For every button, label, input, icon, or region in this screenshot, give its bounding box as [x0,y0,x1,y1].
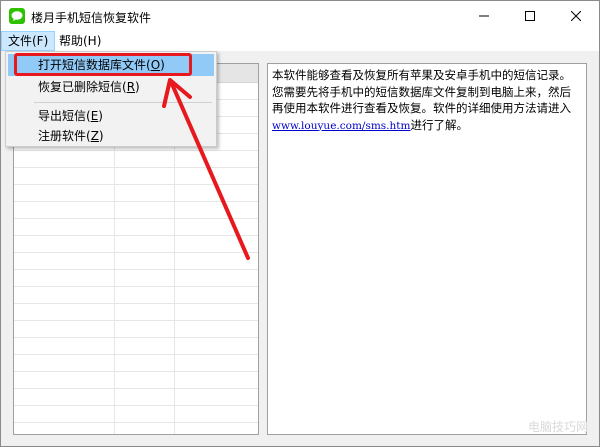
menu-separator [34,102,212,103]
grid-line [14,286,258,287]
grid-line [14,320,258,321]
close-icon [571,11,581,21]
grid-line [14,388,258,389]
window-title: 楼月手机短信恢复软件 [31,11,152,25]
grid-line [14,269,258,270]
grid-line [14,252,258,253]
info-line: 再使用本软件进行查看及恢复。软件的详细使用方法请进入 [272,101,571,115]
menu-item-register[interactable]: 注册软件(Z) [8,125,214,147]
title-bar[interactable]: 楼月手机短信恢复软件 [1,1,599,31]
info-line: 本软件能够查看及恢复所有苹果及安卓手机中的短信记录。 [272,68,571,82]
menu-item-suffix: ) [98,129,104,143]
minimize-button[interactable] [461,1,507,31]
grid-line [14,218,258,219]
grid-line [14,201,258,202]
grid-line [14,167,258,168]
website-link[interactable]: www.louyue.com/sms.htm [272,120,410,132]
close-button[interactable] [553,1,599,31]
grid-line [14,354,258,355]
watermark: 电脑技巧网 [528,420,589,434]
menu-bar: 文件(F) 帮助(H) [1,31,599,51]
menu-item-label: 导出短信( [38,109,91,123]
menu-file[interactable]: 文件(F) [1,31,56,51]
info-line: 您需要先将手机中的短信数据库文件复制到电脑上来，然后 [272,84,571,99]
menu-item-label: 注册软件( [38,129,91,143]
info-line: www.louyue.com/sms.htm进行了解。 [272,117,582,135]
grid-line [14,303,258,304]
minimize-icon [479,15,489,17]
menu-item-label: 恢复已删除短信( [38,80,127,94]
info-text-panel: 本软件能够查看及恢复所有苹果及安卓手机中的短信记录。 您需要先将手机中的短信数据… [267,63,587,435]
info-line-suffix: 进行了解。 [410,117,468,132]
grid-line [14,422,258,423]
red-highlight-box [14,53,192,76]
grid-line [14,150,258,151]
menu-item-recover-deleted[interactable]: 恢复已删除短信(R) [8,76,214,98]
grid-line [14,405,258,406]
menu-item-suffix: ) [135,80,140,94]
grid-line [14,371,258,372]
grid-line [14,184,258,185]
grid-line [14,337,258,338]
menu-item-accelerator: R [126,80,136,94]
menu-item-suffix: ) [98,109,103,123]
maximize-button[interactable] [507,1,553,31]
grid-line [14,235,258,236]
menu-help[interactable]: 帮助(H) [53,31,107,51]
chat-bubble-icon [9,8,25,24]
app-window: 楼月手机短信恢复软件 文件(F) 帮助(H) 本软件能够查看及恢复所有苹果及安卓… [0,0,600,447]
maximize-icon [525,11,535,21]
menu-item-accelerator: Z [90,129,99,143]
menu-item-export[interactable]: 导出短信(E) [8,105,214,127]
